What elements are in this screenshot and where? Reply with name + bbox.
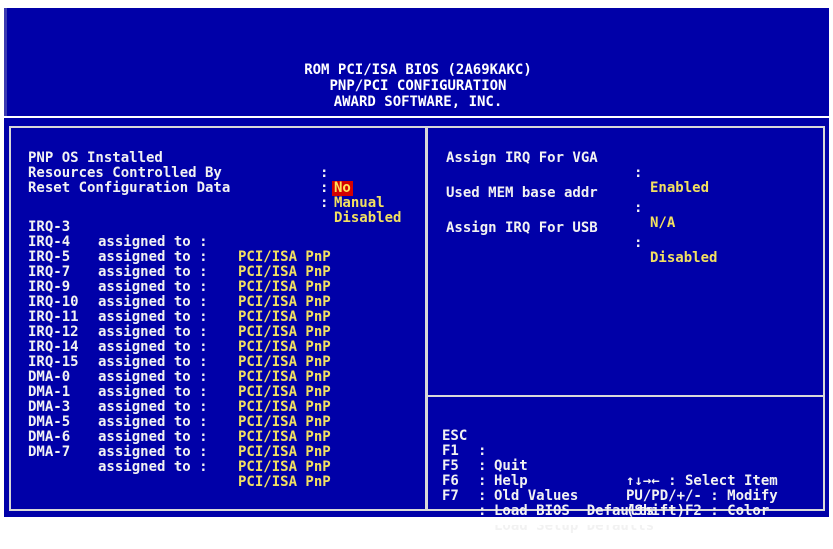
assignment-value[interactable]: PCI/ISA PnP <box>238 280 331 295</box>
setting-value[interactable]: Manual <box>334 196 385 211</box>
setting-label: Used MEM base addr <box>446 185 598 201</box>
header-line-2: PNP/PCI CONFIGURATION <box>329 78 507 94</box>
assigned-to-label: assigned to : <box>98 324 208 340</box>
assignment-value[interactable]: PCI/ISA PnP <box>238 340 331 355</box>
header-text: ROM PCI/ISA BIOS (2A69KAKC) PNP/PCI CONF… <box>7 62 829 110</box>
setting-value[interactable]: Disabled <box>334 211 401 226</box>
setting-sep: : <box>320 165 329 181</box>
help-action: Help <box>494 473 528 489</box>
help-action: Old Values <box>494 488 579 504</box>
assigned-to-label: assigned to : <box>98 459 208 475</box>
setting-label: Assign IRQ For USB <box>446 220 598 236</box>
assignment-value[interactable]: PCI/ISA PnP <box>238 400 331 415</box>
bios-main-panel: PNP OS Installed : No Resources Controll… <box>4 118 829 534</box>
help-key: F7 <box>442 488 459 504</box>
setting-label: Reset Configuration Data <box>28 180 231 196</box>
setting-sep: : <box>634 165 643 181</box>
assignment-value[interactable]: PCI/ISA PnP <box>238 430 331 445</box>
bios-header: ROM PCI/ISA BIOS (2A69KAKC) PNP/PCI CONF… <box>4 8 829 116</box>
setting-assign-irq-usb[interactable]: Assign IRQ For USB : Disabled <box>446 206 717 281</box>
setting-sep: : <box>634 235 643 251</box>
assignment-row[interactable]: DMA-7 assigned to : PCI/ISA PnP <box>28 430 331 505</box>
setting-label: Assign IRQ For VGA <box>446 150 598 166</box>
setting-sep: : <box>320 180 329 196</box>
assigned-to-label: assigned to : <box>98 369 208 385</box>
assigned-to-label: assigned to : <box>98 384 208 400</box>
assigned-to-label: assigned to : <box>98 339 208 355</box>
assignment-value[interactable]: PCI/ISA PnP <box>238 250 331 265</box>
help-action: Quit <box>494 458 528 474</box>
assigned-to-label: assigned to : <box>98 414 208 430</box>
assigned-to-label: assigned to : <box>98 429 208 445</box>
assigned-to-label: assigned to : <box>98 249 208 265</box>
header-line-3: AWARD SOFTWARE, INC. <box>333 94 503 110</box>
bottom-border <box>0 517 833 525</box>
header-line-1: ROM PCI/ISA BIOS (2A69KAKC) <box>304 62 532 78</box>
resource-name: DMA-7 <box>28 444 71 460</box>
assigned-to-label: assigned to : <box>98 264 208 280</box>
assigned-to-label: assigned to : <box>98 399 208 415</box>
assigned-to-label: assigned to : <box>98 354 208 370</box>
setting-value[interactable]: N/A <box>650 216 675 231</box>
setting-value[interactable]: Disabled <box>650 251 717 266</box>
assignment-value[interactable]: PCI/ISA PnP <box>238 385 331 400</box>
help-right: ↑↓→← : Select Item <box>626 473 778 489</box>
assignment-value[interactable]: PCI/ISA PnP <box>238 325 331 340</box>
setting-sep: : <box>634 200 643 216</box>
setting-sep: : <box>320 195 329 211</box>
assigned-to-label: assigned to : <box>98 444 208 460</box>
assigned-to-label: assigned to : <box>98 279 208 295</box>
setting-value[interactable]: Enabled <box>650 181 709 196</box>
assignment-value[interactable]: PCI/ISA PnP <box>238 415 331 430</box>
bios-screen: ROM PCI/ISA BIOS (2A69KAKC) PNP/PCI CONF… <box>0 0 833 534</box>
assigned-to-label: assigned to : <box>98 234 208 250</box>
assignment-value[interactable]: PCI/ISA PnP <box>238 475 331 490</box>
assignment-value[interactable]: PCI/ISA PnP <box>238 265 331 280</box>
assigned-to-label: assigned to : <box>98 309 208 325</box>
assignment-value[interactable]: PCI/ISA PnP <box>238 460 331 475</box>
assignment-value[interactable]: PCI/ISA PnP <box>238 370 331 385</box>
help-right: PU/PD/+/- : Modify <box>626 488 778 504</box>
assignment-value[interactable]: PCI/ISA PnP <box>238 445 331 460</box>
assignment-value[interactable]: PCI/ISA PnP <box>238 355 331 370</box>
help-separator <box>426 395 825 397</box>
assigned-to-label: assigned to : <box>98 294 208 310</box>
assignment-value[interactable]: PCI/ISA PnP <box>238 295 331 310</box>
assignment-value[interactable]: PCI/ISA PnP <box>238 310 331 325</box>
help-row-f7: F7 : Load Setup Defaults <box>442 474 654 549</box>
setting-value-selected[interactable]: No <box>332 181 353 196</box>
